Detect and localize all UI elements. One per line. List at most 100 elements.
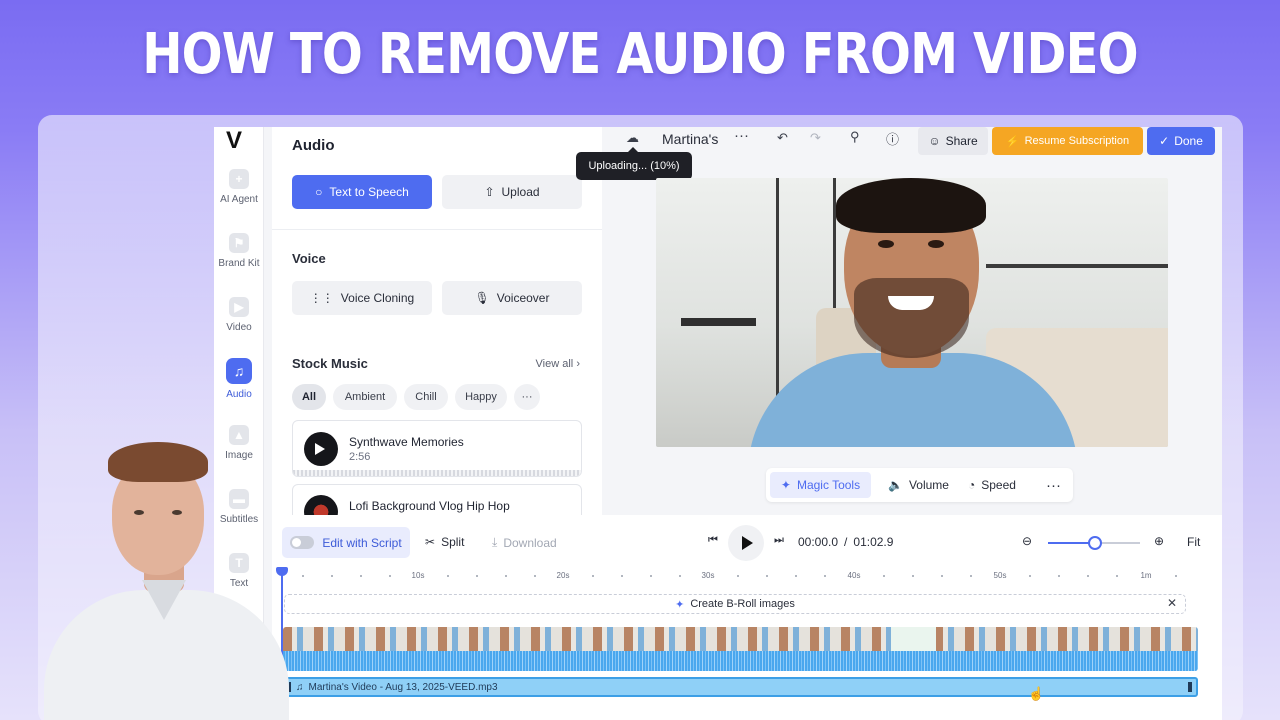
audio-track[interactable]: ♫ Martina's Video - Aug 13, 2025-VEED.mp…	[283, 677, 1198, 697]
close-icon[interactable]: ✕	[1167, 596, 1177, 610]
voice-cloning-button[interactable]: ⋮⋮ Voice Cloning	[292, 281, 432, 315]
more-chips-icon[interactable]: ···	[514, 384, 540, 410]
redo-icon[interactable]: ↷	[810, 130, 821, 146]
time-ruler[interactable]: 10s 20s 30s 40s 50s 1m	[280, 571, 1190, 583]
rewind-icon[interactable]: ⏮	[708, 534, 718, 547]
play-icon[interactable]	[315, 443, 325, 455]
presenter-overlay	[44, 440, 289, 720]
rail-item-audio[interactable]: ♫ Audio	[214, 358, 264, 400]
zoom-slider[interactable]	[1048, 536, 1140, 550]
sparkle-icon: ✦	[675, 598, 685, 611]
video-icon: ▶	[229, 297, 249, 317]
speedometer-icon: ◔	[968, 478, 976, 492]
chevron-right-icon: ›	[576, 358, 580, 370]
ruler-tick	[505, 575, 507, 577]
create-broll-button[interactable]: ✦ Create B-Roll images ✕	[284, 594, 1186, 614]
ruler-tick	[1116, 575, 1118, 577]
search-icon[interactable]: ⚲	[850, 129, 860, 145]
play-button[interactable]	[728, 525, 764, 561]
resume-subscription-button[interactable]: ⚡ Resume Subscription	[992, 127, 1143, 155]
divider	[272, 229, 602, 230]
scissors-icon: ✂	[425, 535, 436, 549]
rail-label: Brand Kit	[218, 258, 260, 269]
track-disc-icon	[304, 432, 338, 466]
project-title[interactable]: Martina's	[662, 131, 718, 147]
rail-item-video[interactable]: ▶ Video	[214, 297, 264, 333]
ruler-tick	[912, 575, 914, 577]
zoom-slider-knob[interactable]	[1088, 536, 1102, 550]
preview-shelf	[986, 264, 1168, 268]
ruler-tick	[447, 575, 449, 577]
fit-button[interactable]: Fit	[1187, 535, 1200, 549]
lightning-icon: ⚡	[1005, 135, 1020, 148]
split-button[interactable]: ✂ Split	[425, 535, 464, 549]
magic-tools-button[interactable]: ✦ Magic Tools	[770, 472, 871, 498]
zoom-in-icon[interactable]: ⊕	[1154, 534, 1164, 548]
zoom-out-icon[interactable]: ⊖	[1022, 534, 1032, 548]
add-user-icon: ☺	[928, 134, 941, 148]
done-label: Done	[1174, 134, 1203, 148]
ruler-tick	[679, 575, 681, 577]
ruler-tick	[795, 575, 797, 577]
download-button[interactable]: ⤓ Download	[492, 535, 557, 550]
video-preview[interactable]	[656, 178, 1168, 447]
music-track-card[interactable]: Synthwave Memories 2:56	[292, 420, 582, 477]
ruler-tick	[650, 575, 652, 577]
upload-icon: ⇧	[484, 185, 495, 199]
preview-person-eye	[878, 240, 894, 248]
rail-item-ai-agent[interactable]: + AI Agent	[214, 169, 264, 205]
ruler-tick	[360, 575, 362, 577]
edit-with-script-toggle[interactable]: Edit with Script	[282, 527, 410, 558]
presenter-eye	[134, 510, 144, 515]
speech-bubble-icon: ○	[315, 185, 323, 199]
trim-handle-right[interactable]	[1188, 682, 1192, 692]
checkmark-icon: ✓	[1159, 134, 1170, 148]
ruler-tick	[883, 575, 885, 577]
view-all-label: View all	[535, 358, 574, 370]
fast-forward-icon[interactable]: ⏭	[774, 534, 784, 547]
toggle-switch[interactable]	[290, 536, 315, 549]
text-to-speech-label: Text to Speech	[329, 185, 409, 199]
ruler-tick	[1058, 575, 1060, 577]
trim-handle-left[interactable]	[289, 682, 291, 692]
presenter-eye	[172, 510, 182, 515]
resume-label: Resume Subscription	[1024, 135, 1130, 147]
volume-button[interactable]: 🔈 Volume	[888, 468, 949, 502]
ruler-label: 50s	[993, 571, 1007, 580]
view-all-link[interactable]: View all ›	[536, 358, 580, 370]
ruler-label: 20s	[556, 571, 570, 580]
ruler-tick	[302, 575, 304, 577]
preview-person-hair	[836, 178, 986, 233]
veed-logo[interactable]: V	[226, 127, 242, 155]
plus-icon: +	[229, 169, 249, 189]
voiceover-label: Voiceover	[496, 291, 550, 305]
download-label: Download	[503, 535, 557, 550]
voiceover-button[interactable]: 🎙 Voiceover	[442, 281, 582, 315]
voice-cloning-label: Voice Cloning	[340, 291, 415, 305]
help-icon[interactable]: ⓘ	[886, 129, 899, 148]
ruler-label: 30s	[701, 571, 715, 580]
timeline-panel: Edit with Script ✂ Split ⤓ Download ⏮ ⏭ …	[272, 515, 1222, 720]
speed-button[interactable]: ◔ Speed	[968, 468, 1016, 502]
more-options-icon[interactable]: ···	[734, 127, 749, 144]
ruler-tick	[476, 575, 478, 577]
chip-chill[interactable]: Chill	[404, 384, 448, 410]
cloud-upload-icon[interactable]: ☁	[626, 130, 639, 146]
rail-item-brand-kit[interactable]: ⚑ Brand Kit	[214, 233, 264, 269]
chip-happy[interactable]: Happy	[455, 384, 507, 410]
preview-table	[681, 318, 756, 326]
undo-icon[interactable]: ↶	[777, 130, 788, 146]
ruler-tick	[1029, 575, 1031, 577]
current-time: 00:00.0	[798, 535, 839, 549]
audio-panel: Audio ○ Text to Speech ⇧ Upload Voice ⋮⋮…	[272, 127, 602, 524]
upload-button[interactable]: ⇧ Upload	[442, 175, 582, 209]
video-track[interactable]	[283, 627, 1198, 671]
done-button[interactable]: ✓ Done	[1147, 127, 1215, 155]
share-button[interactable]: ☺ Share	[918, 127, 988, 155]
chip-all[interactable]: All	[292, 384, 326, 410]
text-to-speech-button[interactable]: ○ Text to Speech	[292, 175, 432, 209]
more-options-icon[interactable]: ···	[1046, 468, 1061, 502]
chip-ambient[interactable]: Ambient	[333, 384, 397, 410]
track-waveform	[293, 470, 581, 476]
preview-person-beard	[854, 278, 969, 358]
